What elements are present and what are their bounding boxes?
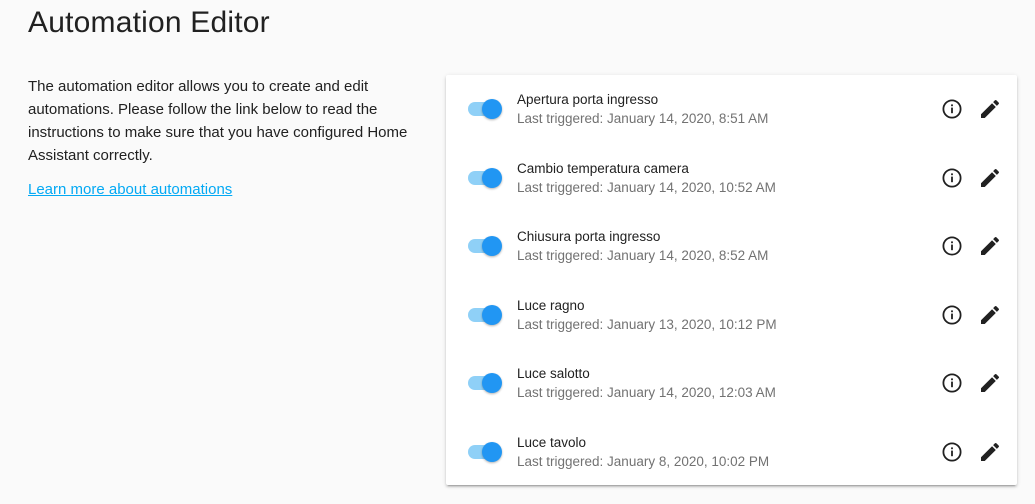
automation-row: Apertura porta ingresso Last triggered: … [446, 75, 1017, 144]
pencil-icon[interactable] [978, 97, 1002, 121]
toggle-knob [482, 167, 502, 188]
automation-toggle[interactable] [466, 234, 502, 258]
automation-row: Luce tavolo Last triggered: January 8, 2… [446, 418, 1017, 487]
automation-last-triggered: Last triggered: January 8, 2020, 10:02 P… [517, 453, 770, 469]
intro-text: The automation editor allows you to crea… [28, 78, 408, 164]
pencil-icon[interactable] [978, 234, 1002, 258]
automation-toggle[interactable] [466, 371, 502, 395]
pencil-icon[interactable] [978, 440, 1002, 464]
toggle-knob [482, 236, 502, 256]
info-outline-icon[interactable] [940, 371, 964, 395]
automation-name: Cambio temperatura camera [517, 160, 689, 176]
toggle-knob [482, 373, 502, 393]
info-outline-icon[interactable] [940, 97, 964, 121]
automation-name: Luce tavolo [517, 434, 587, 450]
automation-row: Luce ragno Last triggered: January 13, 2… [446, 281, 1017, 350]
automation-toggle[interactable] [466, 440, 502, 464]
automation-last-triggered: Last triggered: January 14, 2020, 12:03 … [517, 385, 776, 400]
toggle-knob [482, 304, 502, 325]
automation-name: Chiusura porta ingresso [517, 229, 661, 244]
automation-name: Luce ragno [517, 297, 585, 313]
automation-toggle[interactable] [466, 303, 502, 327]
automation-list-card: Apertura porta ingresso Last triggered: … [446, 75, 1017, 485]
automation-row: Chiusura porta ingresso Last triggered: … [446, 212, 1017, 281]
toggle-knob [482, 99, 502, 119]
intro-section: The automation editor allows you to crea… [28, 75, 408, 199]
pencil-icon[interactable] [978, 166, 1002, 190]
info-outline-icon[interactable] [940, 234, 964, 258]
automation-row: Luce salotto Last triggered: January 14,… [446, 349, 1017, 418]
automation-toggle[interactable] [466, 166, 502, 190]
automation-last-triggered: Last triggered: January 13, 2020, 10:12 … [517, 316, 777, 332]
automation-last-triggered: Last triggered: January 14, 2020, 10:52 … [517, 179, 776, 195]
automation-name: Luce salotto [517, 366, 590, 381]
info-outline-icon[interactable] [940, 440, 964, 464]
page-title: Automation Editor [28, 6, 270, 39]
info-outline-icon[interactable] [940, 166, 964, 190]
pencil-icon[interactable] [978, 371, 1002, 395]
automation-row: Cambio temperatura camera Last triggered… [446, 144, 1017, 213]
automation-name: Apertura porta ingresso [517, 92, 659, 107]
automation-last-triggered: Last triggered: January 14, 2020, 8:51 A… [517, 111, 769, 126]
info-outline-icon[interactable] [940, 303, 964, 327]
learn-more-link[interactable]: Learn more about automations [28, 181, 232, 198]
toggle-knob [482, 441, 502, 462]
pencil-icon[interactable] [978, 303, 1002, 327]
automation-toggle[interactable] [466, 97, 502, 121]
automation-last-triggered: Last triggered: January 14, 2020, 8:52 A… [517, 248, 769, 263]
